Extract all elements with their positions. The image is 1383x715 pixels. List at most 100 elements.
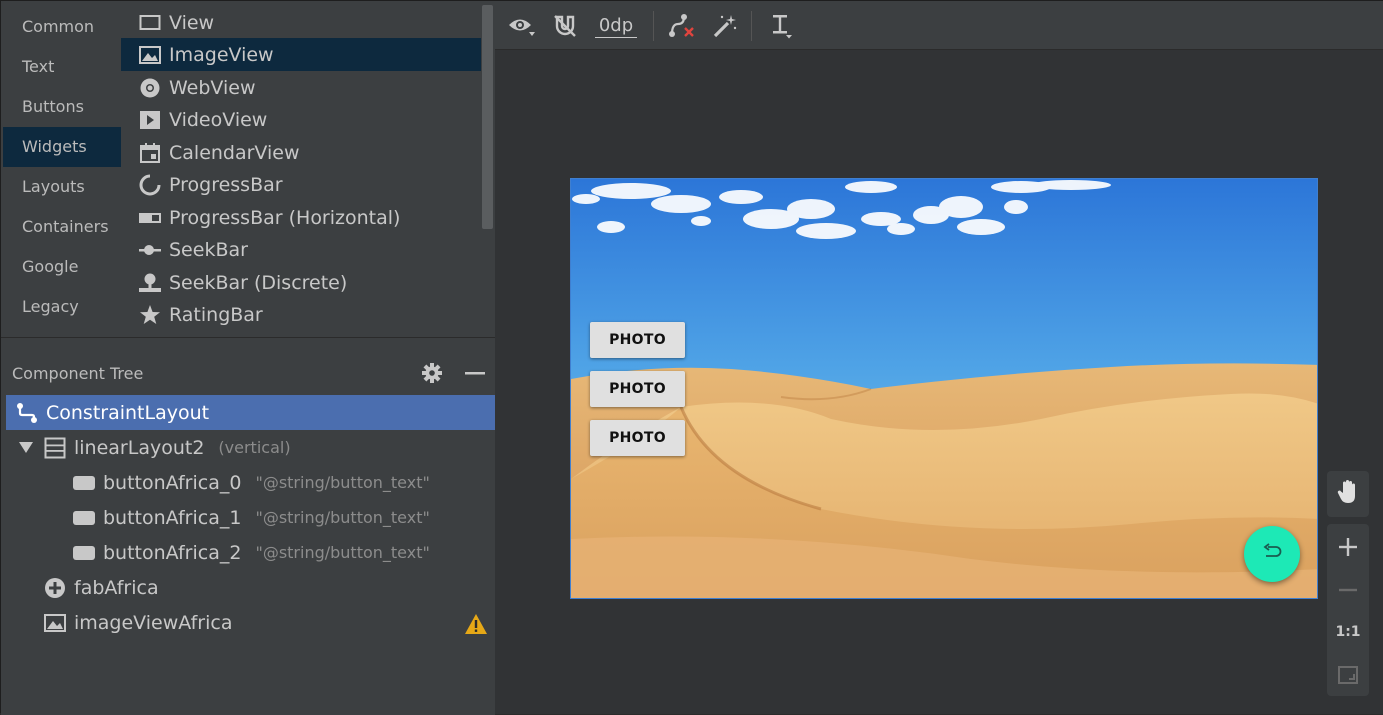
pan-tool-button[interactable] bbox=[1327, 471, 1369, 517]
clear-constraints-icon[interactable] bbox=[668, 13, 696, 39]
category-legacy[interactable]: Legacy bbox=[3, 287, 121, 327]
widget-progressbar-horizontal[interactable]: ProgressBar (Horizontal) bbox=[121, 201, 481, 234]
progress-bar-icon bbox=[139, 207, 161, 229]
tree-node-hint: "@string/button_text" bbox=[255, 543, 430, 562]
category-common[interactable]: Common bbox=[3, 7, 121, 47]
widget-label: SeekBar bbox=[169, 238, 248, 261]
minimize-icon[interactable] bbox=[465, 362, 485, 384]
category-widgets[interactable]: Widgets bbox=[3, 127, 121, 167]
hand-icon bbox=[1336, 479, 1360, 509]
component-tree-panel: Component Tree ConstraintLayout linearLa… bbox=[1, 337, 495, 715]
default-margin-value: 0dp bbox=[594, 15, 638, 38]
fab-button[interactable] bbox=[1244, 526, 1300, 582]
widget-label: View bbox=[169, 11, 215, 34]
autoconnect-magnet-off-icon[interactable] bbox=[552, 13, 578, 39]
button-icon bbox=[73, 507, 95, 529]
widget-calendarview[interactable]: CalendarView bbox=[121, 136, 481, 169]
zoom-out-icon[interactable] bbox=[1327, 569, 1369, 611]
tree-node-label: linearLayout2 bbox=[74, 436, 205, 459]
zoom-to-fit-icon[interactable] bbox=[1327, 654, 1369, 696]
guidelines-menu-icon[interactable] bbox=[769, 13, 795, 39]
palette-scrollbar[interactable] bbox=[482, 5, 493, 229]
design-surface: 0dp PHOTO PHOTO PHOTO 1:1 bbox=[495, 1, 1383, 714]
photo-button-2[interactable]: PHOTO bbox=[590, 420, 685, 456]
undo-arrow-icon bbox=[1262, 543, 1282, 565]
widget-view[interactable]: View bbox=[121, 6, 481, 39]
star-icon bbox=[139, 304, 161, 326]
widget-label: SeekBar (Discrete) bbox=[169, 271, 348, 294]
widget-label: VideoView bbox=[169, 108, 268, 131]
progress-circle-icon bbox=[139, 174, 161, 196]
default-margin-selector[interactable]: 0dp bbox=[589, 13, 643, 39]
category-google[interactable]: Google bbox=[3, 247, 121, 287]
palette-categories: Common Text Buttons Widgets Layouts Cont… bbox=[3, 1, 121, 337]
photo-button-1[interactable]: PHOTO bbox=[590, 371, 685, 407]
tree-node-constraint-layout[interactable]: ConstraintLayout bbox=[6, 395, 495, 430]
category-layouts[interactable]: Layouts bbox=[3, 167, 121, 207]
toolbar-separator bbox=[751, 11, 752, 41]
component-tree-header: Component Tree bbox=[1, 352, 495, 392]
tree-node-label: ConstraintLayout bbox=[46, 401, 210, 424]
design-toolbar: 0dp bbox=[495, 1, 1383, 50]
globe-icon bbox=[139, 77, 161, 99]
widget-webview[interactable]: WebView bbox=[121, 71, 481, 104]
view-icon bbox=[139, 12, 161, 34]
button-icon bbox=[73, 472, 95, 494]
image-icon bbox=[139, 44, 161, 66]
zoom-one-to-one-label: 1:1 bbox=[1335, 624, 1361, 640]
tree-node-fab-africa[interactable]: fabAfrica bbox=[44, 570, 159, 605]
image-icon bbox=[44, 612, 66, 634]
widget-list: View ImageView WebView VideoView Calenda… bbox=[121, 1, 481, 337]
tree-node-button-africa-1[interactable]: buttonAfrica_1 "@string/button_text" bbox=[73, 500, 430, 535]
tree-node-hint: "@string/button_text" bbox=[255, 508, 430, 527]
tree-node-hint: "@string/button_text" bbox=[255, 473, 430, 492]
zoom-in-icon[interactable] bbox=[1327, 526, 1369, 568]
tree-node-button-africa-0[interactable]: buttonAfrica_0 "@string/button_text" bbox=[73, 465, 430, 500]
zoom-one-to-one-button[interactable]: 1:1 bbox=[1327, 611, 1369, 653]
seekbar-discrete-icon bbox=[139, 272, 161, 294]
tree-node-label: fabAfrica bbox=[74, 576, 159, 599]
tree-node-label: imageViewAfrica bbox=[74, 611, 233, 634]
widget-label: RatingBar bbox=[169, 303, 263, 326]
seekbar-icon bbox=[139, 239, 161, 261]
widget-ratingbar[interactable]: RatingBar bbox=[121, 298, 481, 331]
view-options-eye-icon[interactable] bbox=[508, 13, 536, 39]
tree-node-button-africa-2[interactable]: buttonAfrica_2 "@string/button_text" bbox=[73, 535, 430, 570]
widget-progressbar[interactable]: ProgressBar bbox=[121, 168, 481, 201]
layout-editor-window: Common Text Buttons Widgets Layouts Cont… bbox=[0, 0, 1383, 715]
widget-seekbar[interactable]: SeekBar bbox=[121, 233, 481, 266]
widget-seekbar-discrete[interactable]: SeekBar (Discrete) bbox=[121, 266, 481, 299]
widget-videoview[interactable]: VideoView bbox=[121, 103, 481, 136]
linear-layout-icon bbox=[44, 437, 66, 459]
tree-node-linear-layout[interactable]: linearLayout2 (vertical) bbox=[18, 430, 291, 465]
widget-label: CalendarView bbox=[169, 141, 300, 164]
tree-node-label: buttonAfrica_2 bbox=[103, 541, 242, 564]
fab-icon bbox=[44, 577, 66, 599]
tree-node-label: buttonAfrica_0 bbox=[103, 471, 242, 494]
widget-label: ProgressBar bbox=[169, 173, 283, 196]
zoom-controls: 1:1 bbox=[1327, 524, 1369, 696]
widget-label: ImageView bbox=[169, 43, 274, 66]
gear-icon[interactable] bbox=[421, 362, 443, 384]
button-icon bbox=[73, 542, 95, 564]
layout-preview[interactable]: PHOTO PHOTO PHOTO bbox=[570, 178, 1318, 599]
play-icon bbox=[139, 109, 161, 131]
category-text[interactable]: Text bbox=[3, 47, 121, 87]
category-buttons[interactable]: Buttons bbox=[3, 87, 121, 127]
widget-label: WebView bbox=[169, 76, 256, 99]
photo-button-0[interactable]: PHOTO bbox=[590, 322, 685, 358]
tree-node-label: buttonAfrica_1 bbox=[103, 506, 242, 529]
toolbar-separator bbox=[653, 11, 654, 41]
category-containers[interactable]: Containers bbox=[3, 207, 121, 247]
tree-node-hint: (vertical) bbox=[218, 438, 291, 457]
calendar-icon bbox=[139, 142, 161, 164]
widget-label: ProgressBar (Horizontal) bbox=[169, 206, 401, 229]
palette-panel: Common Text Buttons Widgets Layouts Cont… bbox=[1, 1, 495, 337]
constraint-layout-icon bbox=[16, 402, 38, 424]
widget-imageview[interactable]: ImageView bbox=[121, 38, 481, 71]
warning-icon[interactable] bbox=[464, 613, 488, 635]
component-tree-title: Component Tree bbox=[12, 364, 144, 383]
expand-triangle-icon[interactable] bbox=[18, 437, 34, 459]
tree-node-image-view-africa[interactable]: imageViewAfrica bbox=[44, 605, 232, 640]
infer-constraints-wand-icon[interactable] bbox=[711, 13, 739, 39]
